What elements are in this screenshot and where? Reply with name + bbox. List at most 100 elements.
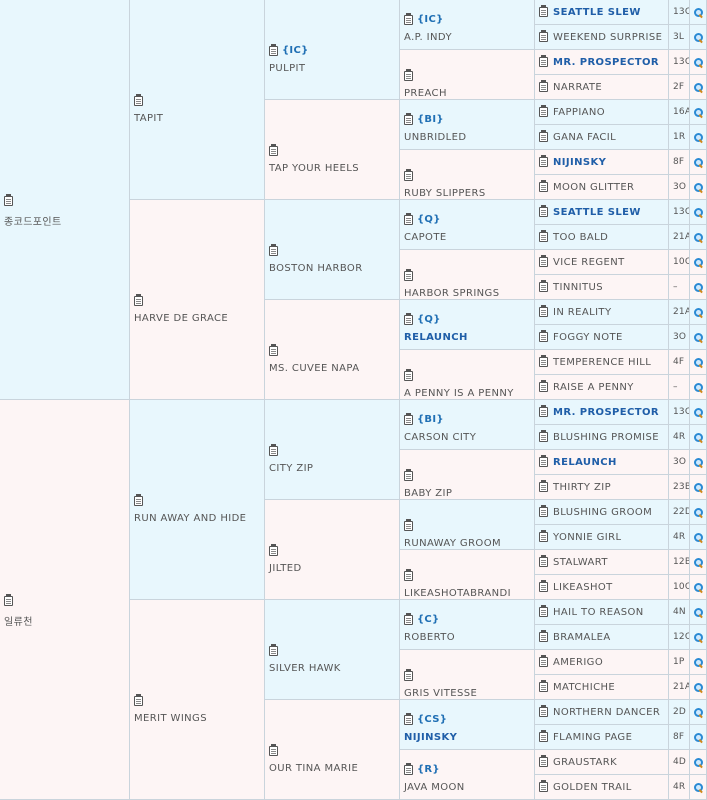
gen5-horse-name-link[interactable]: FOGGY NOTE xyxy=(553,332,623,343)
clipboard-icon[interactable] xyxy=(404,568,413,581)
magnifier-icon[interactable] xyxy=(693,532,703,542)
clipboard-icon[interactable] xyxy=(134,293,143,306)
clipboard-icon[interactable] xyxy=(269,243,278,256)
clipboard-icon[interactable] xyxy=(539,255,548,267)
clipboard-icon[interactable] xyxy=(539,430,548,442)
gen4-horse-name-link[interactable]: CARSON CITY xyxy=(404,432,476,443)
clipboard-icon[interactable] xyxy=(539,755,548,767)
magnifier-icon[interactable] xyxy=(693,507,703,517)
magnifier-icon[interactable] xyxy=(693,782,703,792)
clipboard-icon[interactable] xyxy=(269,743,278,756)
magnifier-icon[interactable] xyxy=(693,232,703,242)
gen4-horse-name-link[interactable]: BABY ZIP xyxy=(404,488,452,499)
gen5-horse-name-link[interactable]: GANA FACIL xyxy=(553,132,616,143)
gen4-horse-name-link[interactable]: JAVA MOON xyxy=(404,782,465,793)
gen5-horse-name-link[interactable]: NIJINSKY xyxy=(553,157,606,168)
gen3-horse-name-link[interactable]: CITY ZIP xyxy=(269,463,313,474)
magnifier-icon[interactable] xyxy=(693,32,703,42)
gen5-horse-name-link[interactable]: MR. PROSPECTOR xyxy=(553,407,659,418)
magnifier-icon[interactable] xyxy=(693,757,703,767)
clipboard-icon[interactable] xyxy=(539,205,548,217)
clipboard-icon[interactable] xyxy=(404,12,413,25)
gen5-horse-name-link[interactable]: RELAUNCH xyxy=(553,457,617,468)
magnifier-icon[interactable] xyxy=(693,307,703,317)
clipboard-icon[interactable] xyxy=(539,455,548,467)
gen4-horse-name-link[interactable]: RUNAWAY GROOM xyxy=(404,538,501,549)
clipboard-icon[interactable] xyxy=(404,412,413,425)
gen5-horse-name-link[interactable]: BRAMALEA xyxy=(553,632,611,643)
magnifier-icon[interactable] xyxy=(693,282,703,292)
clipboard-icon[interactable] xyxy=(539,105,548,117)
gen4-horse-name-link[interactable]: HARBOR SPRINGS xyxy=(404,288,499,299)
clipboard-icon[interactable] xyxy=(539,730,548,742)
gen4-horse-name-link[interactable]: NIJINSKY xyxy=(404,732,457,743)
clipboard-icon[interactable] xyxy=(539,80,548,92)
gen5-horse-name-link[interactable]: MR. PROSPECTOR xyxy=(553,57,659,68)
gen2-horse-name-link[interactable]: RUN AWAY AND HIDE xyxy=(134,513,246,524)
gen5-horse-name-link[interactable]: MOON GLITTER xyxy=(553,182,634,193)
clipboard-icon[interactable] xyxy=(404,112,413,125)
gen4-horse-name-link[interactable]: GRIS VITESSE xyxy=(404,688,477,699)
gen5-horse-name-link[interactable]: BLUSHING GROOM xyxy=(553,507,652,518)
magnifier-icon[interactable] xyxy=(693,607,703,617)
clipboard-icon[interactable] xyxy=(269,43,278,56)
clipboard-icon[interactable] xyxy=(404,168,413,181)
clipboard-icon[interactable] xyxy=(539,680,548,692)
clipboard-icon[interactable] xyxy=(404,712,413,725)
gen2-horse-name-link[interactable]: MERIT WINGS xyxy=(134,713,207,724)
gen5-horse-name-link[interactable]: FAPPIANO xyxy=(553,107,605,118)
gen5-horse-name-link[interactable]: THIRTY ZIP xyxy=(553,482,611,493)
gen5-horse-name-link[interactable]: NORTHERN DANCER xyxy=(553,707,660,718)
clipboard-icon[interactable] xyxy=(539,405,548,417)
gen5-horse-name-link[interactable]: IN REALITY xyxy=(553,307,611,318)
clipboard-icon[interactable] xyxy=(404,212,413,225)
clipboard-icon[interactable] xyxy=(269,143,278,156)
gen3-horse-name-link[interactable]: OUR TINA MARIE xyxy=(269,763,358,774)
magnifier-icon[interactable] xyxy=(693,457,703,467)
clipboard-icon[interactable] xyxy=(404,468,413,481)
gen4-horse-name-link[interactable]: A PENNY IS A PENNY xyxy=(404,388,514,399)
clipboard-icon[interactable] xyxy=(539,555,548,567)
gen5-horse-name-link[interactable]: AMERIGO xyxy=(553,657,603,668)
magnifier-icon[interactable] xyxy=(693,632,703,642)
gen4-horse-name-link[interactable]: PREACH xyxy=(404,88,447,99)
clipboard-icon[interactable] xyxy=(539,280,548,292)
gen5-horse-name-link[interactable]: SEATTLE SLEW xyxy=(553,7,641,18)
gen5-horse-name-link[interactable]: HAIL TO REASON xyxy=(553,607,644,618)
gen3-horse-name-link[interactable]: PULPIT xyxy=(269,63,309,74)
gen5-horse-name-link[interactable]: TINNITUS xyxy=(553,282,603,293)
gen4-horse-name-link[interactable]: A.P. INDY xyxy=(404,32,452,43)
clipboard-icon[interactable] xyxy=(539,530,548,542)
gen4-horse-name-link[interactable]: RUBY SLIPPERS xyxy=(404,188,486,199)
gen4-horse-name-link[interactable]: UNBRIDLED xyxy=(404,132,466,143)
magnifier-icon[interactable] xyxy=(693,657,703,667)
gen5-horse-name-link[interactable]: FLAMING PAGE xyxy=(553,732,632,743)
magnifier-icon[interactable] xyxy=(693,582,703,592)
gen2-horse-name-link[interactable]: HARVE DE GRACE xyxy=(134,313,228,324)
clipboard-icon[interactable] xyxy=(134,693,143,706)
clipboard-icon[interactable] xyxy=(539,230,548,242)
gen4-horse-name-link[interactable]: RELAUNCH xyxy=(404,332,468,343)
gen3-horse-name-link[interactable]: BOSTON HARBOR xyxy=(269,263,363,274)
clipboard-icon[interactable] xyxy=(539,380,548,392)
clipboard-icon[interactable] xyxy=(539,155,548,167)
clipboard-icon[interactable] xyxy=(539,505,548,517)
gen5-horse-name-link[interactable]: TOO BALD xyxy=(553,232,608,243)
clipboard-icon[interactable] xyxy=(269,643,278,656)
gen5-horse-name-link[interactable]: LIKEASHOT xyxy=(553,582,613,593)
magnifier-icon[interactable] xyxy=(693,82,703,92)
magnifier-icon[interactable] xyxy=(693,157,703,167)
gen5-horse-name-link[interactable]: NARRATE xyxy=(553,82,602,93)
magnifier-icon[interactable] xyxy=(693,182,703,192)
magnifier-icon[interactable] xyxy=(693,332,703,342)
magnifier-icon[interactable] xyxy=(693,732,703,742)
clipboard-icon[interactable] xyxy=(539,55,548,67)
gen5-horse-name-link[interactable]: SEATTLE SLEW xyxy=(553,207,641,218)
magnifier-icon[interactable] xyxy=(693,382,703,392)
magnifier-icon[interactable] xyxy=(693,57,703,67)
clipboard-icon[interactable] xyxy=(539,705,548,717)
clipboard-icon[interactable] xyxy=(539,130,548,142)
magnifier-icon[interactable] xyxy=(693,207,703,217)
gen5-horse-name-link[interactable]: TEMPERENCE HILL xyxy=(553,357,651,368)
clipboard-icon[interactable] xyxy=(404,312,413,325)
